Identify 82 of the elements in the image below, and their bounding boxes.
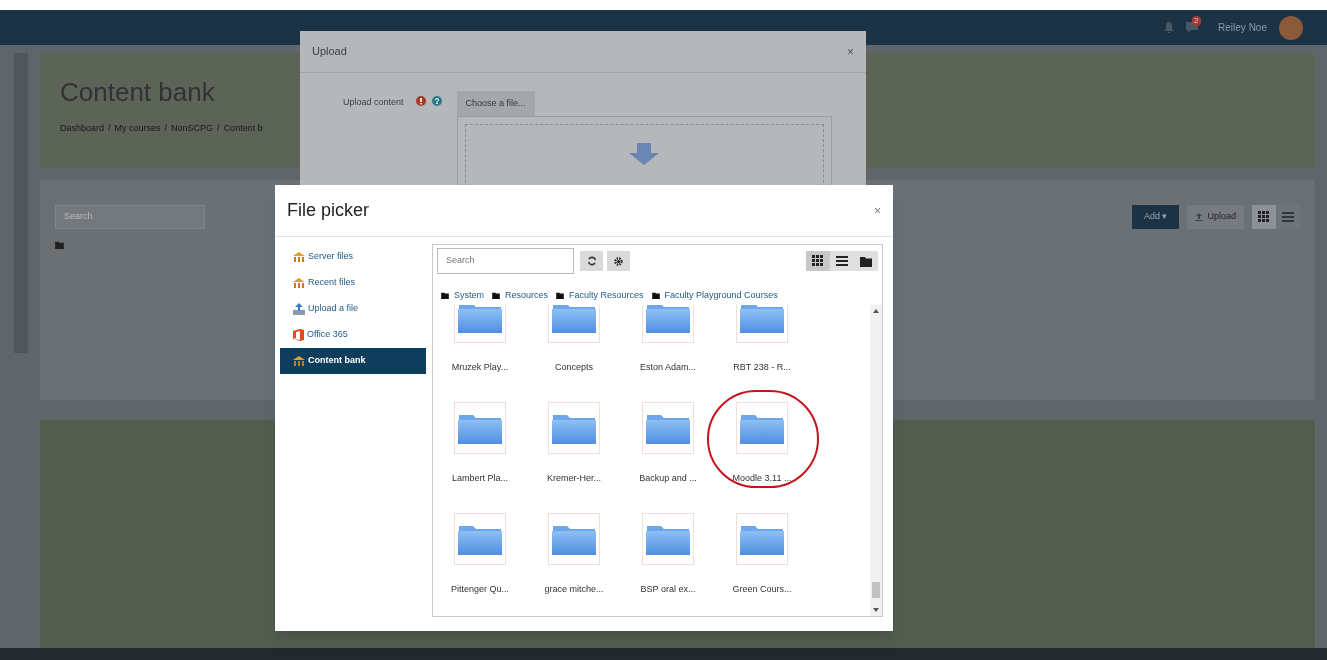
- folder-label[interactable]: Green Cours...: [732, 582, 792, 596]
- folder-label[interactable]: BSP oral ex...: [640, 582, 696, 596]
- list-icon: [836, 255, 848, 267]
- add-button[interactable]: Add ▾: [1131, 205, 1180, 229]
- folder-tile[interactable]: [454, 401, 506, 454]
- folder-label[interactable]: Backup and ...: [639, 471, 697, 485]
- office-icon: [293, 329, 304, 341]
- folder-label[interactable]: Moodle 3.11 ...: [732, 471, 792, 485]
- help-icon[interactable]: [431, 96, 442, 106]
- upload-button[interactable]: Upload: [1187, 205, 1244, 229]
- path-link[interactable]: Resources: [505, 289, 549, 303]
- folder-tile[interactable]: [548, 401, 600, 454]
- repository-item[interactable]: Upload a file: [280, 296, 426, 322]
- folder-tile[interactable]: [642, 304, 694, 343]
- error-icon: [415, 96, 426, 106]
- down-arrow-icon: [629, 143, 660, 165]
- bell-icon[interactable]: [1164, 22, 1175, 33]
- grid-icon: [812, 255, 824, 267]
- settings-button[interactable]: [607, 251, 630, 271]
- grid-icon: [1258, 211, 1270, 223]
- folder-icon: [55, 241, 64, 249]
- folder-label[interactable]: Mruzek Play...: [451, 360, 509, 374]
- folder-tile[interactable]: [736, 304, 788, 343]
- folder-label[interactable]: Concepts: [555, 360, 593, 374]
- view-toggle[interactable]: [1276, 205, 1300, 229]
- folder-tile[interactable]: [548, 512, 600, 565]
- dialog-title: Upload: [312, 44, 347, 60]
- folder-label[interactable]: RBT 238 - R...: [733, 360, 791, 374]
- folder-icon: [860, 255, 872, 267]
- breadcrumb-separator: /: [108, 122, 111, 135]
- folder-tile[interactable]: [454, 512, 506, 565]
- folder-icon: [556, 292, 565, 300]
- folder-label[interactable]: Pittenger Qu...: [451, 582, 509, 596]
- close-button[interactable]: ×: [874, 201, 881, 220]
- folder-icon: [739, 304, 785, 334]
- repository-icon: [293, 278, 305, 288]
- folder-tile[interactable]: [454, 304, 506, 343]
- folder-icon: [457, 304, 503, 334]
- folder-label[interactable]: grace mitche...: [544, 582, 604, 596]
- dialog-title: File picker: [287, 199, 370, 222]
- search-field[interactable]: Search: [437, 248, 574, 274]
- repository-item[interactable]: Recent files: [280, 270, 426, 296]
- view-toggle[interactable]: [830, 251, 854, 271]
- folder-icon: [492, 292, 500, 300]
- repository-item[interactable]: Server files: [280, 244, 426, 270]
- repository-icon: [293, 356, 305, 366]
- repository-item[interactable]: Office 365: [280, 322, 426, 348]
- field-label: Upload content: [343, 96, 404, 109]
- breadcrumb-separator: /: [164, 122, 168, 135]
- folder-tile[interactable]: [642, 401, 694, 454]
- refresh-button[interactable]: [580, 251, 603, 271]
- folder-tile[interactable]: [548, 304, 600, 343]
- close-button[interactable]: ×: [847, 42, 854, 61]
- choose-file-button[interactable]: Choose a file...: [456, 91, 535, 116]
- folder-icon: [441, 292, 449, 300]
- breadcrumb-separator: /: [217, 122, 220, 135]
- avatar[interactable]: [1279, 15, 1303, 40]
- view-toggle[interactable]: [1252, 205, 1276, 229]
- repository-icon: [293, 252, 305, 262]
- upload-icon: [293, 303, 305, 315]
- settings-icon: [614, 256, 623, 266]
- repository-item[interactable]: Content bank: [280, 348, 426, 374]
- scrollbar[interactable]: [870, 304, 882, 616]
- folder-tile[interactable]: [736, 401, 788, 454]
- view-toggle[interactable]: [806, 251, 830, 271]
- upload-icon: [1195, 213, 1204, 221]
- path-link[interactable]: System: [454, 289, 484, 303]
- folder-label[interactable]: Kremer-Her...: [547, 471, 601, 485]
- refresh-icon: [586, 256, 597, 266]
- folder-label[interactable]: Lambert Pla...: [452, 471, 508, 485]
- user-name[interactable]: Reiley Noe: [1218, 20, 1267, 35]
- folder-tile[interactable]: [736, 512, 788, 565]
- folder-label[interactable]: Eston Adam...: [640, 360, 696, 374]
- path-link[interactable]: Faculty Playground Courses: [664, 289, 778, 303]
- list-icon: [1282, 211, 1294, 223]
- folder-icon: [551, 304, 597, 334]
- notification-badge: 2: [1192, 16, 1201, 26]
- folder-tile[interactable]: [642, 512, 694, 565]
- folder-icon: [645, 304, 691, 334]
- folder-icon: [651, 292, 660, 300]
- path-link[interactable]: Faculty Resources: [569, 289, 644, 303]
- view-toggle[interactable]: [854, 251, 878, 271]
